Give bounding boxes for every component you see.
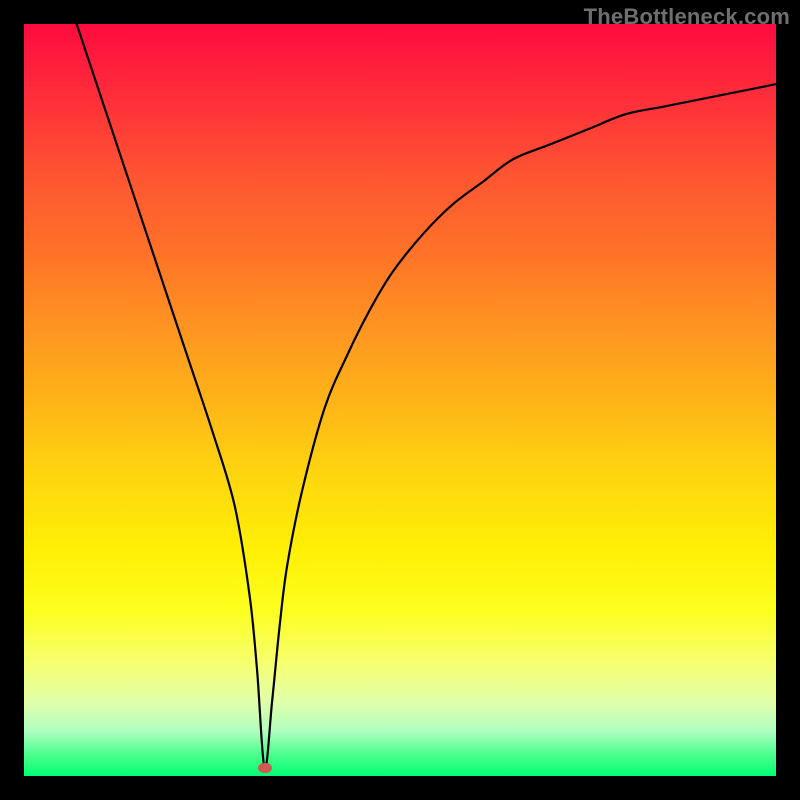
chart-container: TheBottleneck.com — [0, 0, 800, 800]
plot-area — [24, 24, 776, 776]
bottleneck-curve — [77, 24, 776, 769]
minimum-marker — [258, 763, 272, 773]
curve-svg — [24, 24, 776, 776]
watermark: TheBottleneck.com — [584, 4, 790, 30]
